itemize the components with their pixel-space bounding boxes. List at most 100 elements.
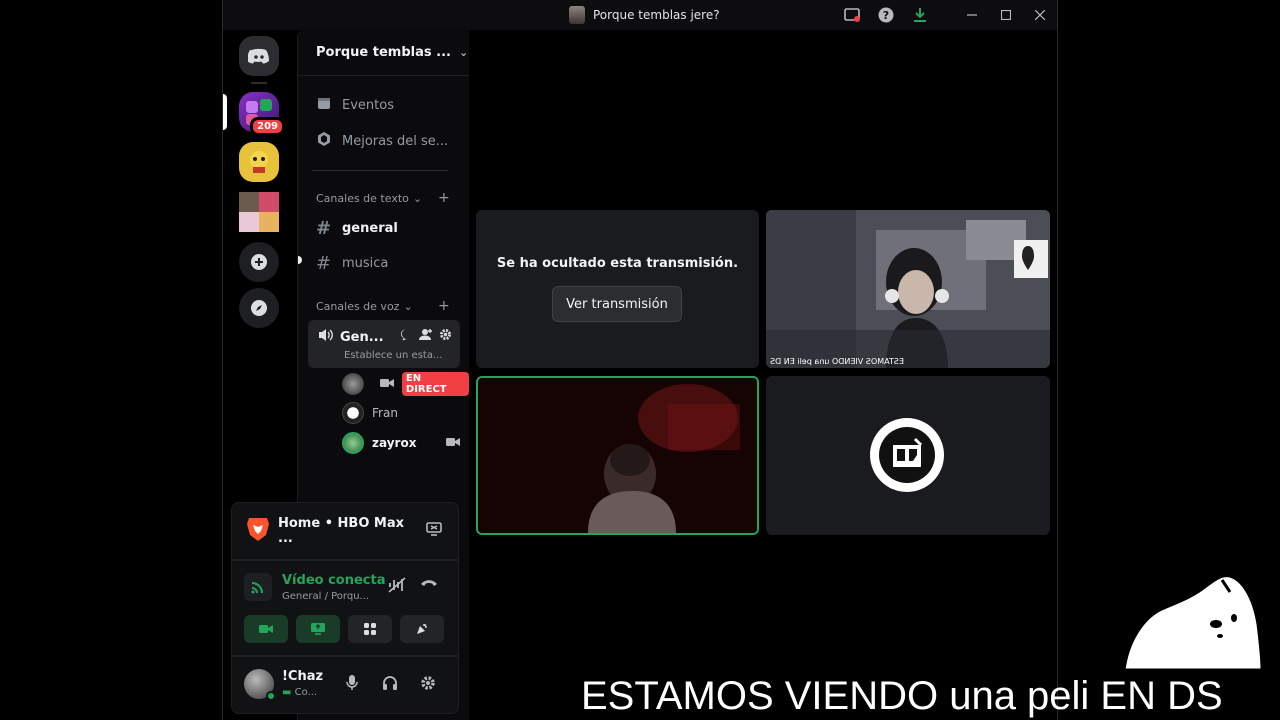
guild-header[interactable]: Porque temblas ... ⌄ [298,30,469,76]
voice-channel-controls [400,328,452,344]
camera-icon [446,437,461,450]
text-category-label: Canales de texto [316,192,409,205]
channel-general[interactable]: # general [316,218,398,239]
headphones-icon[interactable] [382,675,398,695]
add-server-icon[interactable] [239,242,279,282]
voice-category-label: Canales de voz [316,300,400,313]
maximize-icon[interactable] [989,0,1023,30]
text-channels-category[interactable]: Canales de texto ⌄ [316,192,422,205]
logo-mark-icon [879,427,935,483]
hash-icon: # [316,218,332,239]
avatar [342,402,364,424]
avatar [342,373,364,395]
voice-location[interactable]: General / Porqu... [282,591,369,602]
activities-button[interactable] [348,615,392,643]
webcam-scene-dark [478,378,757,533]
voice-user-streamer[interactable]: EN DIRECT [342,372,469,396]
stream-overlay-caption: ESTAMOS VIENDO una peli EN DS [581,674,1223,718]
mention-badge: 209 [250,117,285,136]
user-settings-icon[interactable] [420,675,436,695]
voice-channel-name: Gen... [318,328,384,346]
hidden-stream-message: Se ha ocultado esta transmisión. [496,256,739,271]
camera-toggle-button[interactable] [244,615,288,643]
mirrored-caption: ESTAMOS VIENDO una peli EN DS [770,357,904,366]
chevron-down-icon: ⌄ [458,46,469,59]
webcam-scene [766,210,1050,368]
invite-user-icon[interactable] [419,328,433,344]
minimize-icon[interactable] [955,0,989,30]
connection-signal-icon[interactable] [244,573,272,601]
server-folder-icon[interactable]: 209 [239,92,285,136]
discover-icon[interactable] [239,288,279,328]
chevron-down-icon: ⌄ [412,192,423,205]
speaker-icon [318,328,334,346]
online-status-icon [266,691,276,701]
events-label: Eventos [342,97,394,113]
voice-channel-status: Establece un esta... [344,350,443,361]
window-title-text: Porque temblas jere? [593,8,720,22]
server-icon-cartoon[interactable] [239,142,279,182]
window-title: Porque temblas jere? [569,6,720,24]
add-voice-channel-icon[interactable]: + [438,298,450,314]
screen-share-status-icon: ▬ [282,687,292,698]
svg-text:?: ? [883,9,889,22]
channel-label: musica [342,256,389,271]
close-icon[interactable] [1023,0,1057,30]
voice-channel-label: Gen... [340,329,384,345]
brave-browser-icon [246,516,270,546]
events-link[interactable]: Eventos [316,96,394,114]
user-status: ▬ Co... [282,687,318,698]
webcam-tile-streamer[interactable]: ESTAMOS VIENDO una peli EN DS [766,210,1050,368]
guild-name: Porque temblas ... [316,45,451,60]
webcam-tile-speaking[interactable] [476,376,759,535]
camera-icon [379,378,394,391]
channel-label: general [342,221,398,236]
chevron-down-icon: ⌄ [403,300,413,313]
soundboard-button[interactable] [400,615,444,643]
channel-musica[interactable]: # musica [316,253,388,274]
stop-stream-icon[interactable] [426,522,442,540]
direct-messages-icon[interactable] [239,36,279,76]
title-bar: Porque temblas jere? ? [223,0,1057,30]
calendar-icon [316,96,332,114]
dm-avatar [569,6,585,24]
avatar [342,432,364,454]
voice-user-fran[interactable]: Fran [342,402,398,424]
selected-server-indicator [223,94,227,130]
microphone-icon[interactable] [346,675,358,695]
unread-indicator [298,256,302,264]
chat-bubble-icon[interactable] [400,328,413,344]
live-badge: EN DIRECT [401,372,469,396]
hash-icon: # [316,253,332,274]
boosts-label: Mejoras del se... [342,133,449,149]
hidden-stream-tile: Se ha ocultado esta transmisión. Ver tra… [476,210,759,368]
voice-channel-general[interactable]: Gen... Establece un esta... [308,320,460,368]
screen: Porque temblas jere? ? 209 Porque tembla… [0,0,1280,720]
inbox-icon[interactable] [835,0,869,30]
screen-share-button[interactable] [296,615,340,643]
voice-user-name: zayrox [372,436,417,450]
boost-icon [316,132,332,150]
stream-panel: Home • HBO Max ... [231,502,459,560]
help-icon[interactable]: ? [869,0,903,30]
watch-stream-button[interactable]: Ver transmisión [552,286,682,322]
fran-logo-avatar [870,418,944,492]
disconnect-icon[interactable] [420,577,438,593]
avatar-tile-fran[interactable] [766,376,1050,535]
download-icon[interactable] [903,0,937,30]
boosts-link[interactable]: Mejoras del se... [316,132,448,150]
add-text-channel-icon[interactable]: + [438,190,450,206]
username: !Chaz [282,669,324,684]
ghost-mascot-icon [1122,574,1262,670]
voice-channels-category[interactable]: Canales de voz ⌄ [316,300,413,313]
voice-user-name: Fran [372,406,398,420]
settings-gear-icon[interactable] [439,328,452,344]
user-panel: !Chaz ▬ Co... [231,656,459,714]
stream-title: Home • HBO Max ... [278,516,404,546]
title-bar-controls: ? [835,0,1057,30]
voice-status-label: Vídeo conecta [282,573,386,588]
voice-user-zayrox[interactable]: zayrox [342,432,461,454]
voice-connection-panel: Vídeo conecta General / Porqu... [231,560,459,656]
noise-suppression-icon[interactable] [388,577,406,597]
server-icon-collage[interactable] [239,192,279,232]
